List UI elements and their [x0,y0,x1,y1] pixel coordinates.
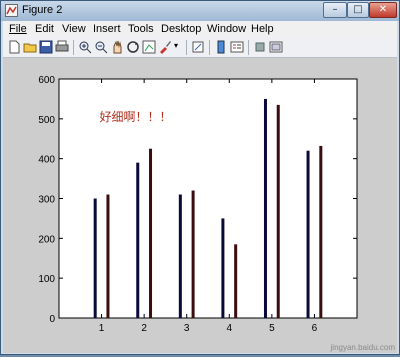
x-tick-label: 2 [141,323,147,334]
y-tick-label: 0 [49,314,55,325]
minimize-button[interactable]: – [323,2,347,18]
bar-series-1 [263,98,267,318]
menu-bar: File Edit View Insert Tools Desktop Wind… [3,21,397,38]
open-file-icon[interactable] [23,40,37,54]
figure-toolbar: ▾ [3,38,397,58]
maximize-button[interactable]: □ [347,2,369,18]
bar-series-1 [306,150,310,318]
bar-chart: 0 100 200 300 400 500 600 1 2 3 4 5 6 好细啊！！！ jingya… [38,75,396,352]
y-tick-label: 500 [38,115,55,126]
figure-window: Figure 2 – □ ✕ File Edit View Insert Too… [0,0,400,355]
close-button[interactable]: ✕ [369,2,397,18]
bar-series-2 [106,194,110,318]
link-icon[interactable] [191,40,205,54]
rotate-3d-icon[interactable] [126,40,140,54]
bar-series-1 [221,218,225,318]
menu-tools[interactable]: Tools [128,23,154,35]
colorbar-icon[interactable] [214,40,228,54]
bar-series-2 [276,104,280,318]
menu-insert[interactable]: Insert [93,23,121,35]
menu-edit[interactable]: Edit [35,23,54,35]
data-cursor-icon[interactable] [142,40,156,54]
x-tick-label: 3 [184,323,190,334]
bar-series-1 [178,194,182,318]
bar-series-1 [93,198,97,318]
new-figure-icon[interactable] [7,40,21,54]
bar-series-2 [319,145,323,318]
matlab-figure-icon [5,4,18,17]
x-tick-label: 4 [227,323,233,334]
print-icon[interactable] [55,40,69,54]
menu-file[interactable]: File [9,23,27,35]
brush-dropdown-chevron-icon[interactable]: ▾ [174,41,178,50]
title-bar[interactable]: Figure 2 – □ ✕ [1,1,399,21]
y-tick-label: 100 [38,274,55,285]
toolbar-separator [73,40,74,55]
show-plot-tools-icon[interactable] [269,40,283,54]
y-tick-label: 600 [38,75,55,86]
save-icon[interactable] [39,40,53,54]
x-tick-label: 5 [269,323,275,334]
minimize-icon: – [332,4,338,15]
legend-icon[interactable] [230,40,244,54]
window-title: Figure 2 [22,4,63,16]
zoom-in-icon[interactable] [78,40,92,54]
bar-series-2 [149,148,153,318]
chart-annotation: 好细啊！！！ [99,110,171,124]
toolbar-separator [209,40,210,55]
toolbar-separator [248,40,249,55]
y-tick-label: 400 [38,155,55,166]
figure-canvas: 0 100 200 300 400 500 600 1 2 3 4 5 6 好细啊！！！ jingya… [3,58,397,353]
watermark-text: jingyan.baidu.com [330,343,396,352]
zoom-out-icon[interactable] [94,40,108,54]
pan-icon[interactable] [110,40,124,54]
toolbar-separator [186,40,187,55]
brush-icon[interactable] [158,40,172,54]
bar-series-2 [191,190,195,318]
y-tick-label: 200 [38,234,55,245]
menu-desktop[interactable]: Desktop [161,23,201,35]
menu-window[interactable]: Window [207,23,246,35]
maximize-icon: □ [353,4,363,15]
y-tick-label: 300 [38,195,55,206]
menu-view[interactable]: View [62,23,86,35]
bar-series-1 [136,162,140,318]
x-tick-label: 1 [99,323,105,334]
close-icon: ✕ [378,4,388,15]
x-tick-label: 6 [312,323,318,334]
menu-help[interactable]: Help [251,23,274,35]
hide-plot-tools-icon[interactable] [253,40,267,54]
bar-series-2 [234,244,238,318]
